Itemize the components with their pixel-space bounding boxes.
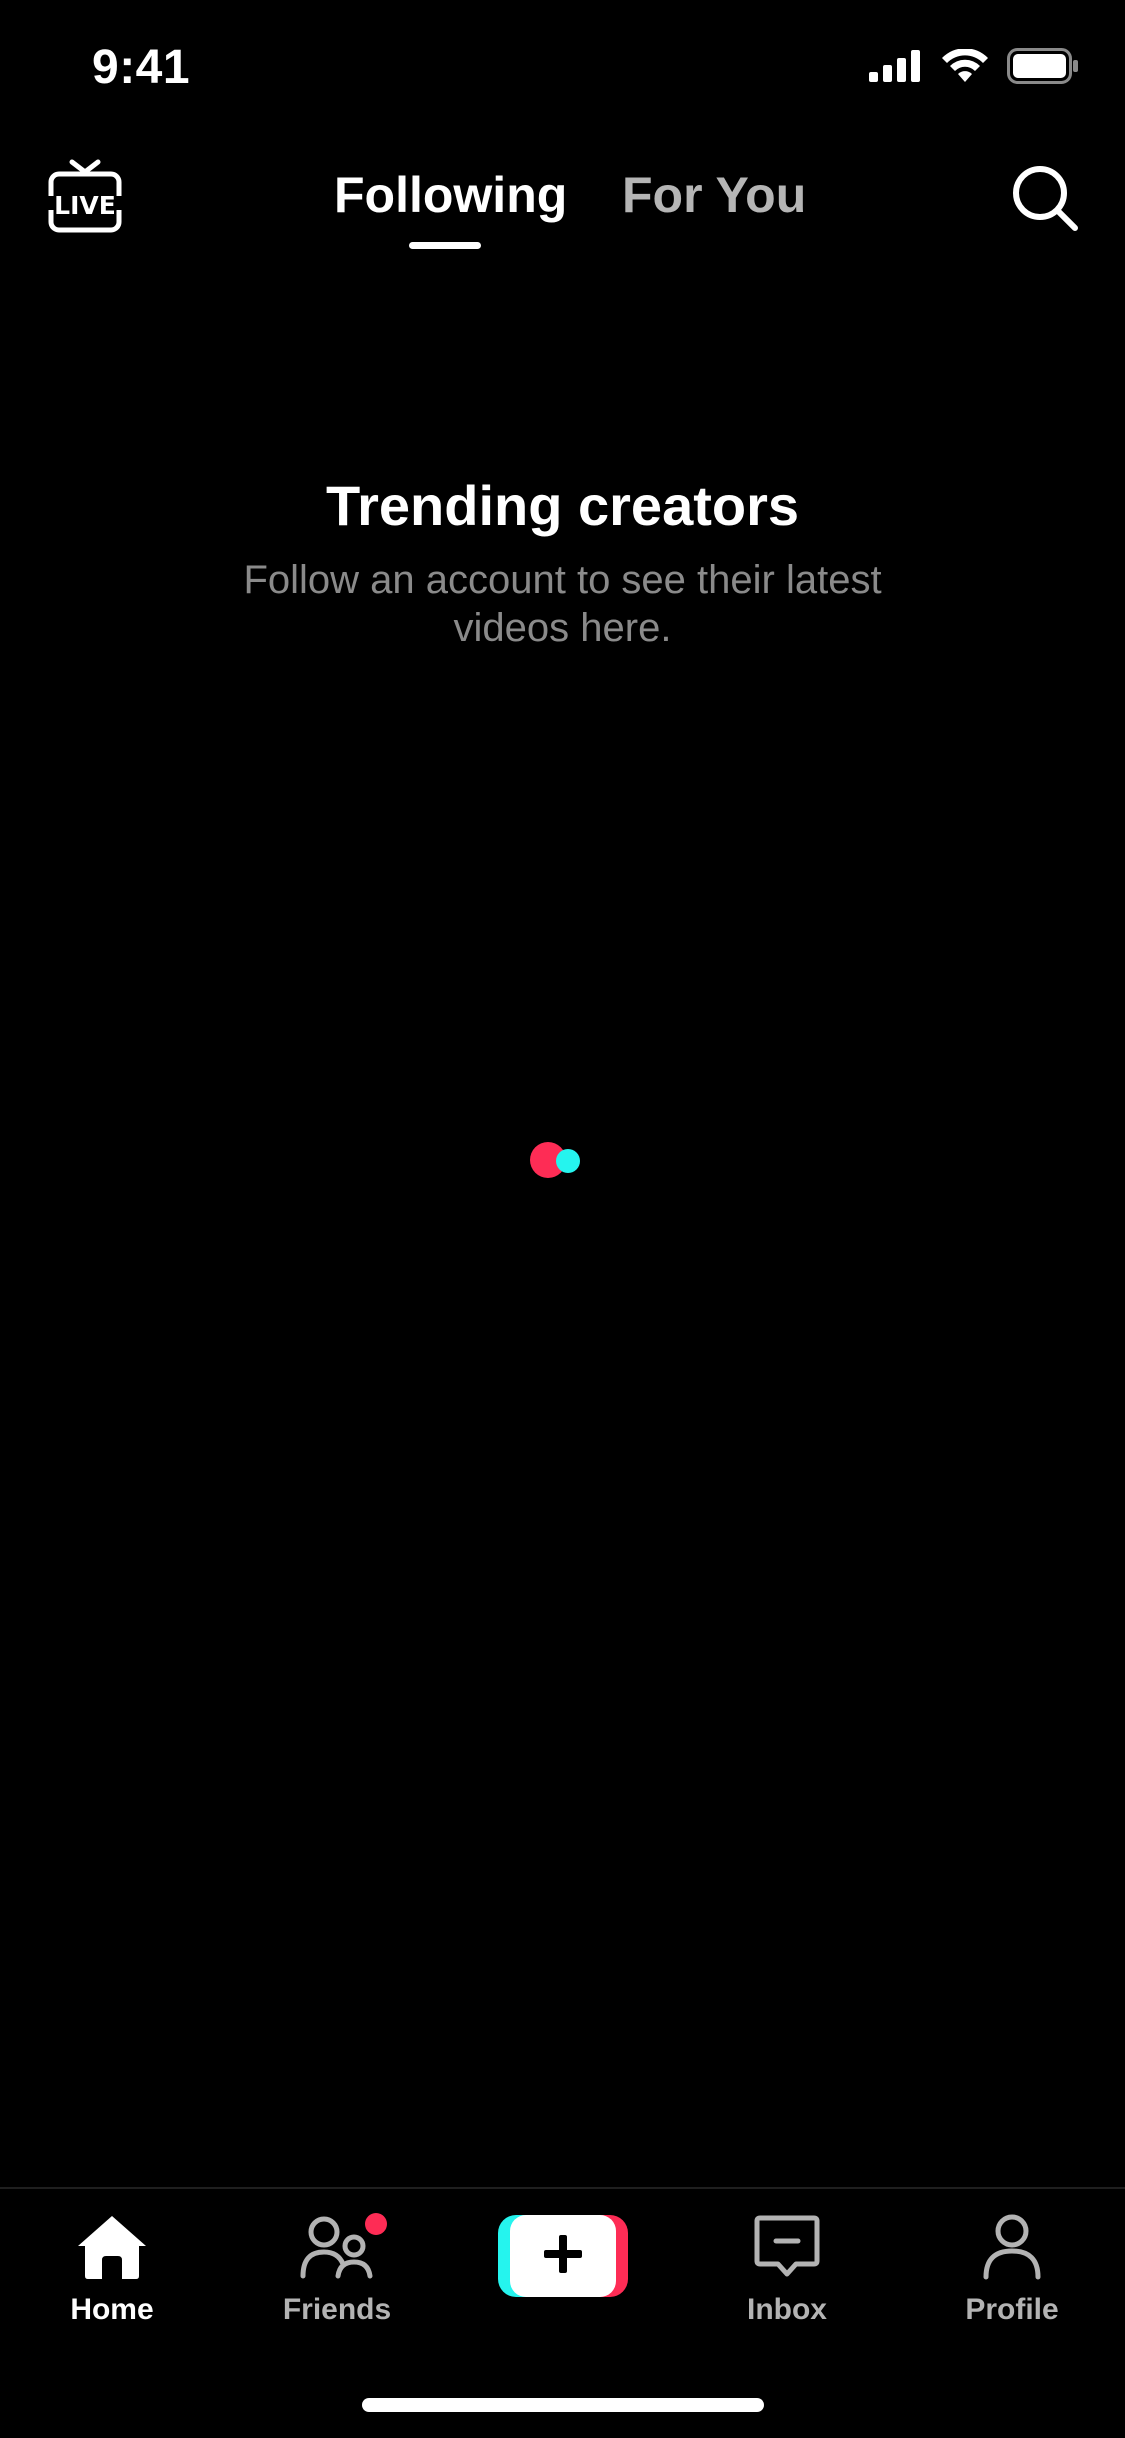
- create-button[interactable]: [498, 2215, 628, 2297]
- profile-icon: [982, 2209, 1042, 2285]
- tab-following[interactable]: Following: [334, 166, 567, 224]
- tab-inbox[interactable]: Inbox: [697, 2209, 877, 2339]
- top-nav: LIVE Following For You: [0, 150, 1125, 260]
- tab-profile[interactable]: Profile: [922, 2209, 1102, 2339]
- feed-tabs: Following For You: [0, 150, 1125, 260]
- friends-icon: [300, 2209, 374, 2285]
- create-button-face: [510, 2215, 616, 2297]
- tab-friends[interactable]: Friends: [247, 2209, 427, 2339]
- empty-state-subtitle: Follow an account to see their latest vi…: [243, 558, 882, 650]
- inbox-icon: [754, 2209, 820, 2285]
- empty-state: Trending creators Follow an account to s…: [0, 470, 1125, 652]
- active-tab-indicator: [409, 242, 481, 249]
- tab-for-you[interactable]: For You: [622, 166, 806, 224]
- battery-icon: [1007, 48, 1079, 89]
- empty-state-title: Trending creators: [325, 474, 800, 537]
- search-button[interactable]: [1005, 160, 1085, 240]
- loading-indicator: [530, 1142, 590, 1182]
- loader-dot-cyan: [556, 1149, 580, 1173]
- status-icons: [869, 48, 1079, 89]
- home-icon: [76, 2209, 148, 2285]
- tab-inbox-label: Inbox: [747, 2293, 827, 2326]
- tab-home-label: Home: [70, 2293, 154, 2326]
- search-icon: [1010, 163, 1080, 238]
- wifi-icon: [941, 48, 989, 88]
- status-time: 9:41: [92, 41, 191, 94]
- tab-home[interactable]: Home: [22, 2209, 202, 2339]
- cellular-signal-icon: [869, 50, 923, 87]
- home-indicator[interactable]: [362, 2398, 764, 2412]
- status-bar: 9:41: [0, 0, 1125, 132]
- plus-icon: [541, 2232, 585, 2281]
- tab-profile-label: Profile: [965, 2293, 1059, 2326]
- friends-notification-badge: [365, 2213, 387, 2235]
- tab-friends-label: Friends: [282, 2293, 392, 2326]
